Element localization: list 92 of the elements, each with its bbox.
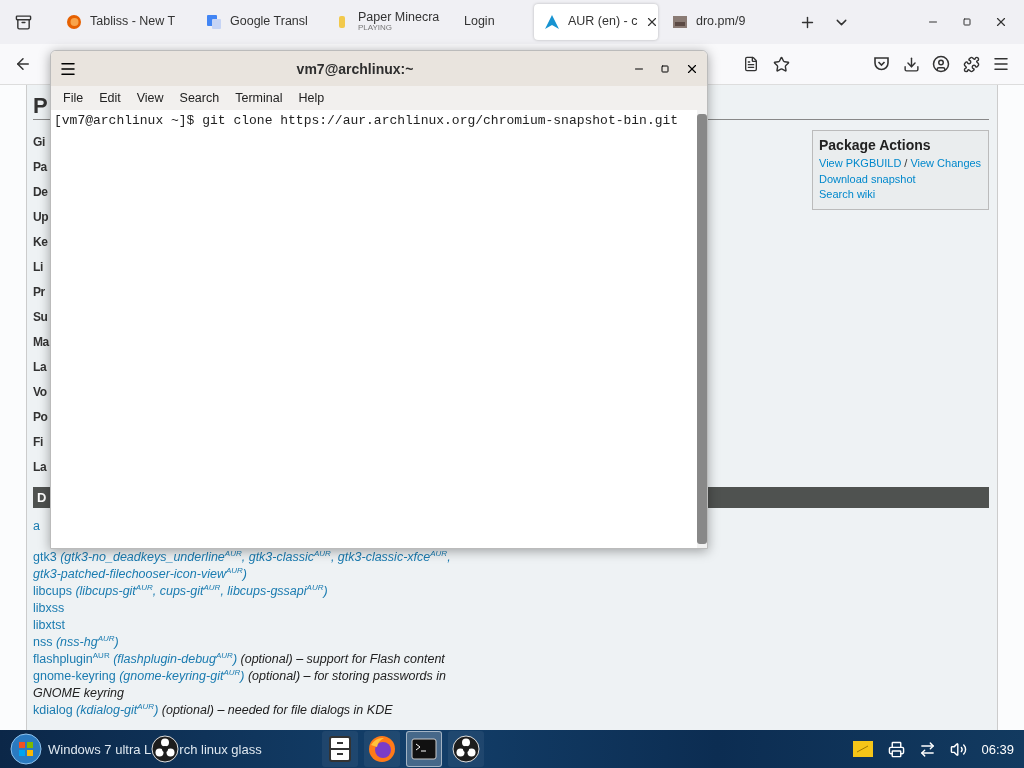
field-label: Fi (33, 434, 43, 451)
back-icon[interactable] (14, 55, 32, 73)
package-link[interactable]: (kdialog-git$^{AUR}$) (76, 703, 159, 717)
field-label: Su (33, 309, 48, 326)
taskbar-app-button[interactable] (447, 731, 484, 767)
package-link[interactable]: libcups-gssapi$^{AUR}$) (227, 584, 328, 598)
package-link[interactable]: a (33, 519, 40, 533)
field-label: La (33, 359, 47, 376)
tab-overview-icon[interactable] (14, 13, 32, 31)
field-label: Pa (33, 159, 47, 176)
task-title[interactable]: rch linux glass (179, 741, 262, 757)
menu-item[interactable]: Search (171, 91, 228, 105)
menu-item[interactable]: Terminal (227, 91, 291, 105)
action-link[interactable]: Download snapshot (819, 171, 916, 187)
close-icon[interactable] (994, 15, 1008, 29)
maximize-icon[interactable] (963, 18, 971, 26)
menu-item[interactable]: File (55, 91, 92, 105)
field-label: Li (33, 259, 43, 276)
package-link[interactable]: gtk3-classic$^{AUR}$, (248, 550, 335, 564)
panel-title: Package Actions (819, 137, 932, 153)
firefox-icon (66, 14, 82, 30)
dependency-line: gnome-keyring (gnome-keyring-git$^{AUR}$) (optional) – for storing passwords in GNOME keyring (33, 668, 447, 702)
field-label: La (33, 459, 47, 476)
start-orb-icon[interactable] (10, 733, 42, 765)
browser-tab[interactable]: Tabliss - New T (56, 4, 192, 40)
extensions-icon[interactable] (962, 55, 980, 73)
obs-icon (451, 735, 480, 763)
action-link[interactable]: Search wiki (819, 187, 876, 203)
package-link[interactable]: kdialog (33, 703, 73, 717)
download-icon[interactable] (902, 55, 920, 73)
browser-tab[interactable]: AUR (en) - c (534, 4, 658, 40)
field-label: Gi (33, 134, 45, 151)
field-label: Ma (33, 334, 49, 351)
volume-icon[interactable] (950, 740, 968, 758)
package-link[interactable]: gtk3 (33, 550, 57, 564)
menu-item[interactable]: Help (290, 91, 333, 105)
maximize-icon[interactable] (661, 64, 669, 73)
package-link[interactable]: cups-git$^{AUR}$, (159, 584, 224, 598)
bookmark-star-icon[interactable] (772, 55, 790, 73)
taskbar-app-button[interactable] (363, 731, 400, 767)
network-icon[interactable] (919, 740, 937, 758)
terminal-line: [vm7@archlinux ~]$ git clone https://aur.archlinux.org/chromium-snapshot-bin.git (54, 113, 680, 128)
field-label: Pr (33, 284, 45, 301)
package-link[interactable]: gnome-keyring (33, 669, 116, 683)
package-link[interactable]: (gtk3-no_deadkeys_underline$^{AUR}$, (60, 550, 246, 564)
browser-tab[interactable]: Login (454, 4, 530, 40)
terminal-icon (410, 738, 437, 760)
taskbar-app-button[interactable] (321, 731, 358, 767)
package-link[interactable]: libxss (33, 601, 65, 615)
menu-item[interactable]: View (128, 91, 172, 105)
field-label: De (33, 184, 48, 201)
notes-icon[interactable] (852, 740, 875, 758)
printer-icon[interactable] (888, 740, 906, 758)
package-link[interactable]: gtk3-classic-xfce$^{AUR}$, (337, 550, 451, 564)
dependency-line: flashplugin$^{AUR}$ (flashplugin-debug$^{AUR}$) (optional) – support for Flash content (33, 651, 445, 668)
package-link[interactable]: gtk3-patched-filechooser-icon-view$^{AUR}$) (33, 567, 247, 581)
action-link[interactable]: View Changes (910, 156, 982, 172)
reader-view-icon[interactable] (743, 56, 759, 72)
translate-icon (206, 14, 222, 30)
taskbar-app-button[interactable] (405, 731, 442, 767)
close-icon[interactable] (645, 15, 658, 29)
action-link[interactable]: View PKGBUILD (819, 156, 902, 172)
obs-icon (151, 735, 180, 763)
package-link[interactable]: (nss-hg$^{AUR}$) (55, 635, 119, 649)
field-label: Ke (33, 234, 48, 251)
account-icon[interactable] (932, 55, 950, 73)
pocket-icon[interactable] (872, 56, 890, 72)
separator-text: / (904, 156, 908, 171)
favicon-icon (672, 14, 688, 30)
menu-item[interactable]: Edit (91, 91, 129, 105)
field-label: Vo (33, 384, 47, 401)
browser-tab[interactable]: Paper Minecra PLAYING (324, 4, 450, 40)
field-label: Po (33, 409, 48, 426)
clock: 06:39 (981, 741, 1014, 757)
scrollbar-thumb[interactable] (697, 114, 707, 544)
browser-tab[interactable]: dro.pm/9 (662, 4, 772, 40)
field-label: Up (33, 209, 49, 226)
window-title: vm7@archlinux:~ (295, 60, 415, 77)
package-link[interactable]: (flashplugin-debug$^{AUR}$) (113, 652, 238, 666)
task-title[interactable]: Windows 7 ultra L (48, 741, 152, 757)
browser-tab[interactable]: Google Transl (196, 4, 320, 40)
dependency-line: kdialog (kdialog-git$^{AUR}$) (optional) – needed for file dialogs in KDE (33, 702, 393, 719)
package-link[interactable]: (libcups-git$^{AUR}$, (75, 584, 157, 598)
package-link[interactable]: libcups (33, 584, 72, 598)
file-cabinet-icon (327, 736, 352, 762)
arch-logo-icon (544, 14, 560, 30)
firefox-icon (367, 735, 396, 763)
menu-icon[interactable] (992, 55, 1010, 73)
package-link[interactable]: nss (33, 635, 53, 649)
package-link[interactable]: (gnome-keyring-git$^{AUR}$) (119, 669, 245, 683)
package-link[interactable]: flashplugin$^{AUR}$ (33, 652, 110, 666)
package-link[interactable]: libxtst (33, 618, 65, 632)
